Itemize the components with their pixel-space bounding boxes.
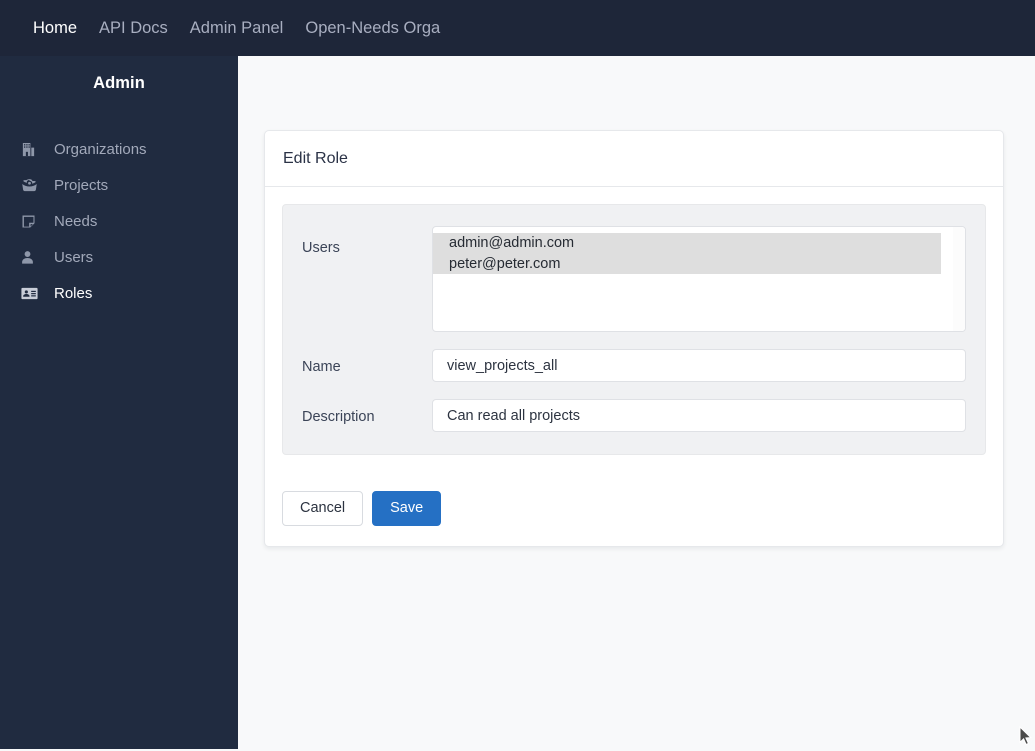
sidebar-item-projects[interactable]: Projects	[0, 167, 238, 203]
nav-link-admin-panel[interactable]: Admin Panel	[190, 20, 284, 37]
list-item[interactable]: admin@admin.com	[433, 233, 941, 254]
building-icon	[21, 140, 43, 158]
nav-link-home[interactable]: Home	[33, 20, 77, 37]
sidebar-item-users[interactable]: Users	[0, 239, 238, 275]
edit-role-form: Users admin@admin.com peter@peter.com Na…	[282, 204, 986, 455]
sidebar-item-needs[interactable]: Needs	[0, 203, 238, 239]
users-multiselect-scrollbar[interactable]	[953, 227, 965, 331]
form-row-users: Users admin@admin.com peter@peter.com	[302, 226, 966, 332]
sidebar-item-label: Roles	[54, 284, 93, 302]
nav-link-open-needs-orga[interactable]: Open-Needs Orga	[305, 20, 440, 37]
edit-role-card: Edit Role Users admin@admin.com peter@pe…	[264, 130, 1004, 547]
name-input[interactable]	[432, 349, 966, 382]
card-header: Edit Role	[265, 131, 1003, 187]
nav-link-api-docs[interactable]: API Docs	[99, 20, 168, 37]
note-icon	[21, 212, 43, 230]
sidebar-item-label: Projects	[54, 176, 109, 194]
sidebar-item-label: Users	[54, 248, 94, 266]
users-label: Users	[302, 240, 340, 256]
description-label: Description	[302, 409, 375, 425]
cancel-button[interactable]: Cancel	[282, 491, 364, 526]
sidebar-item-label: Needs	[54, 212, 98, 230]
form-row-description: Description	[302, 399, 966, 432]
top-navbar: Home API Docs Admin Panel Open-Needs Org…	[0, 0, 1035, 56]
sidebar-item-roles[interactable]: Roles	[0, 275, 238, 311]
sidebar-item-label: Organizations	[54, 140, 147, 158]
card-body: Users admin@admin.com peter@peter.com Na…	[265, 187, 1003, 474]
sidebar: Admin Organizations Projects Needs Users…	[0, 56, 238, 749]
user-icon	[21, 248, 43, 266]
users-multiselect[interactable]: admin@admin.com peter@peter.com	[432, 226, 966, 332]
list-item[interactable]: peter@peter.com	[433, 253, 941, 274]
description-input[interactable]	[432, 399, 966, 432]
id-card-icon	[21, 284, 43, 302]
save-button[interactable]: Save	[372, 491, 442, 526]
sidebar-nav: Organizations Projects Needs Users Roles	[0, 131, 238, 311]
sidebar-item-organizations[interactable]: Organizations	[0, 131, 238, 167]
form-row-name: Name	[302, 349, 966, 382]
page-title: Edit Role	[283, 149, 348, 167]
name-label: Name	[302, 359, 341, 375]
projects-icon	[21, 176, 43, 194]
sidebar-brand: Admin	[93, 74, 145, 92]
card-actions: Cancel Save	[265, 474, 1003, 546]
main-content: Edit Role Users admin@admin.com peter@pe…	[238, 56, 1035, 749]
